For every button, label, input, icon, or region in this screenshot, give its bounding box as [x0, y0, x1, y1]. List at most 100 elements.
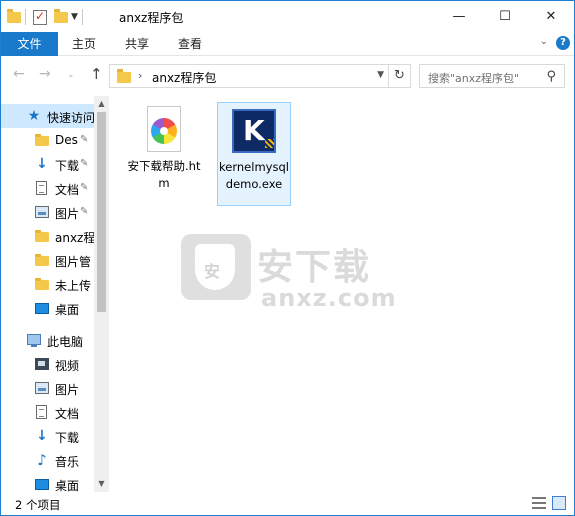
address-row: ← → ⌄ ↑ › anxz程序包 ▼ ↻ 搜索"anxz程序包" ⚲	[1, 56, 574, 96]
sidebar-item-this-pc[interactable]: 此电脑	[1, 328, 94, 352]
sidebar-item-label: 快速访问	[47, 111, 96, 125]
desktop-icon	[35, 479, 49, 490]
watermark-shield-text: 安	[204, 262, 221, 281]
file-list-pane[interactable]: 安下载帮助.htm K kernelmysqldemo.exe 安 安下载 an…	[109, 96, 574, 492]
scrollbar-thumb[interactable]	[97, 112, 106, 312]
new-folder-icon[interactable]	[54, 8, 68, 23]
sidebar-item-desktop-pinned[interactable]: Des ✎	[1, 128, 94, 152]
sidebar-item-desktop[interactable]: 桌面	[1, 296, 94, 320]
sidebar-item-label: Des	[55, 133, 78, 147]
tab-file[interactable]: 文件	[1, 32, 58, 56]
sidebar-item-anxz-folder[interactable]: anxz程	[1, 224, 96, 248]
star-icon: ★	[27, 108, 41, 124]
close-button[interactable]: ✕	[528, 1, 574, 32]
divider	[25, 9, 26, 25]
sidebar-item-pictures[interactable]: 图片	[1, 376, 94, 400]
expand-ribbon-chevron-icon[interactable]: ⌄	[540, 36, 548, 50]
sidebar-item-picture-manager-folder[interactable]: 图片管	[1, 248, 94, 272]
folder-icon	[117, 69, 131, 83]
maximize-button[interactable]: ☐	[482, 1, 528, 32]
recent-locations-chevron-icon[interactable]: ⌄	[67, 70, 75, 80]
sidebar-item-label: 下载	[55, 431, 80, 445]
customize-toolbar-chevron-icon[interactable]: ▼	[71, 12, 78, 22]
sidebar-item-videos[interactable]: 视频	[1, 352, 94, 376]
scroll-up-arrow-icon[interactable]: ▲	[94, 96, 109, 112]
document-icon	[36, 405, 47, 419]
sidebar-item-label: 音乐	[55, 455, 80, 469]
explorer-window: ▼ anxz程序包 — ☐ ✕ 文件 主页 共享 查看 ⌄ ? ← → ⌄ ↑ …	[0, 0, 575, 516]
sidebar-item-label: 桌面	[55, 303, 80, 317]
sidebar-item-documents[interactable]: 文档	[1, 400, 94, 424]
tab-home[interactable]: 主页	[61, 32, 107, 56]
divider	[81, 9, 83, 25]
window-controls: — ☐ ✕	[436, 1, 574, 32]
status-bar: 2 个项目	[1, 492, 574, 515]
picture-icon	[35, 206, 49, 218]
sidebar-item-label: 图片	[55, 383, 80, 397]
folder-icon	[35, 229, 49, 243]
sidebar-item-label: 文档	[55, 183, 80, 197]
music-icon: ♪	[37, 451, 47, 469]
scroll-down-arrow-icon[interactable]: ▼	[94, 476, 109, 492]
sidebar-item-music[interactable]: ♪ 音乐	[1, 448, 94, 472]
sidebar-item-quick-access[interactable]: ★ 快速访问	[1, 104, 96, 128]
navigation-pane: ★ 快速访问 Des ✎ ↓ 下载 ✎ 文档 ✎ 图片 ✎ anxz程 图片管 …	[1, 96, 109, 492]
quick-access-toolbar: ▼	[7, 7, 87, 27]
up-arrow-icon[interactable]: ↑	[90, 65, 103, 83]
forward-arrow-icon[interactable]: →	[39, 66, 51, 82]
title-bar: ▼ anxz程序包 — ☐ ✕	[1, 1, 574, 32]
ribbon-tabs: 文件 主页 共享 查看 ⌄ ?	[1, 32, 574, 56]
computer-icon	[27, 334, 41, 347]
address-bar[interactable]: › anxz程序包 ▼ ↻	[109, 64, 411, 88]
details-view-icon[interactable]	[532, 497, 546, 509]
document-icon	[36, 181, 47, 195]
sidebar-item-downloads-pinned[interactable]: ↓ 下载 ✎	[1, 152, 94, 176]
address-history-chevron-icon[interactable]: ▼	[377, 70, 384, 80]
watermark: 安 安下载 anxz.com	[181, 234, 401, 324]
sidebar-item-label: 桌面	[55, 479, 80, 492]
search-box[interactable]: 搜索"anxz程序包" ⚲	[419, 64, 565, 88]
desktop-icon	[35, 303, 49, 314]
watermark-shield-logo: 安	[181, 234, 251, 300]
video-icon	[35, 358, 49, 370]
watermark-en-text: anxz.com	[261, 284, 397, 312]
minimize-button[interactable]: —	[436, 1, 482, 32]
properties-icon[interactable]	[33, 9, 47, 25]
ribbon-right-controls: ⌄ ?	[540, 36, 570, 50]
folder-icon	[7, 8, 21, 23]
file-item-help-htm[interactable]: 安下载帮助.htm	[127, 102, 201, 192]
tab-view[interactable]: 查看	[167, 32, 213, 56]
navigation-pane-scrollbar[interactable]: ▲ ▼	[94, 96, 109, 492]
download-icon: ↓	[36, 156, 48, 172]
watermark-cn-text: 安下载	[257, 247, 372, 288]
back-arrow-icon[interactable]: ←	[13, 66, 25, 82]
large-icons-view-icon[interactable]	[552, 496, 566, 510]
help-icon[interactable]: ?	[556, 36, 570, 50]
breadcrumb-current-folder[interactable]: anxz程序包	[152, 69, 216, 86]
pin-icon: ✎	[80, 206, 89, 217]
search-input[interactable]: 搜索"anxz程序包"	[428, 70, 519, 86]
sidebar-item-label: 未上传	[55, 279, 92, 293]
item-count: 2 个项目	[15, 498, 61, 512]
window-title: anxz程序包	[119, 11, 184, 25]
refresh-icon[interactable]: ↻	[388, 65, 410, 87]
search-icon[interactable]: ⚲	[546, 69, 556, 84]
sidebar-item-desktop-pc[interactable]: 桌面	[1, 472, 94, 492]
sidebar-item-label: anxz程	[55, 231, 96, 245]
sidebar-item-downloads[interactable]: ↓ 下载	[1, 424, 94, 448]
pin-icon: ✎	[80, 158, 89, 169]
sidebar-item-not-uploaded-folder[interactable]: 未上传	[1, 272, 94, 296]
file-name: kernelmysqldemo.exe	[219, 160, 289, 191]
file-item-kernelmysqldemo-exe[interactable]: K kernelmysqldemo.exe	[217, 102, 291, 206]
htm-file-icon	[140, 106, 188, 154]
sidebar-item-documents-pinned[interactable]: 文档 ✎	[1, 176, 94, 200]
tab-share[interactable]: 共享	[114, 32, 160, 56]
folder-icon	[35, 277, 49, 291]
breadcrumb-separator[interactable]: ›	[138, 69, 142, 82]
file-name: 安下载帮助.htm	[127, 159, 201, 190]
sidebar-item-label: 视频	[55, 359, 80, 373]
sidebar-item-pictures-pinned[interactable]: 图片 ✎	[1, 200, 94, 224]
sidebar-item-label: 下载	[55, 159, 80, 173]
folder-icon	[35, 133, 49, 147]
pin-icon: ✎	[80, 134, 89, 145]
